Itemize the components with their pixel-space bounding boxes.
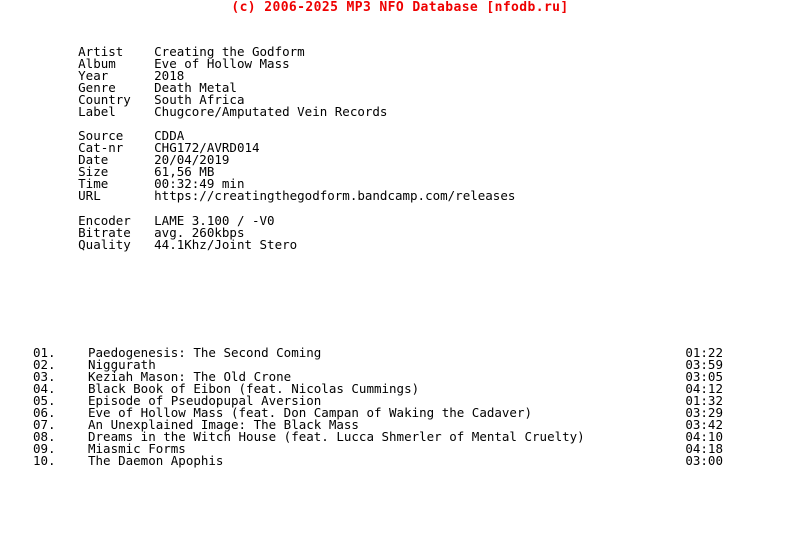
audio-info-block: Encoder LAME 3.100 / -V0 Bitrate avg. 260k… xyxy=(33,203,297,251)
track-title: The Daemon Apophis xyxy=(88,453,224,468)
label-value: Chugcore/Amputated Vein Records xyxy=(154,104,388,119)
meta-row-source: Source CDDA xyxy=(33,118,515,142)
nfo-document: (c) 2006-2025 MP3 NFO Database [nfodb.ru… xyxy=(0,0,800,540)
label-label: Label xyxy=(78,104,116,119)
url-label: URL xyxy=(78,188,101,203)
track-number: 10. xyxy=(33,453,56,468)
track-row[interactable]: 10. The Daemon Apophis 03:00 xyxy=(33,453,723,468)
nfo-database-credit-header: (c) 2006-2025 MP3 NFO Database [nfodb.ru… xyxy=(231,0,569,15)
meta-row-encoder: Encoder LAME 3.100 / -V0 xyxy=(33,203,297,227)
source-info-block: Source CDDA Cat-nr CHG172/AVRD014 Date 20/0… xyxy=(33,118,515,202)
meta-row-artist: Artist Creating the Godform xyxy=(33,34,387,58)
quality-value: 44.1Khz/Joint Stero xyxy=(154,237,298,252)
release-info-block: Artist Creating the Godform Album Eve of H… xyxy=(33,34,387,118)
quality-label: Quality xyxy=(78,237,131,252)
track-duration: 03:00 xyxy=(685,453,723,468)
tracklist: 01. Paedogenesis: The Second Coming 01:22 0… xyxy=(33,346,723,468)
url-value[interactable]: https://creatingthegodform.bandcamp.com/… xyxy=(154,189,515,202)
